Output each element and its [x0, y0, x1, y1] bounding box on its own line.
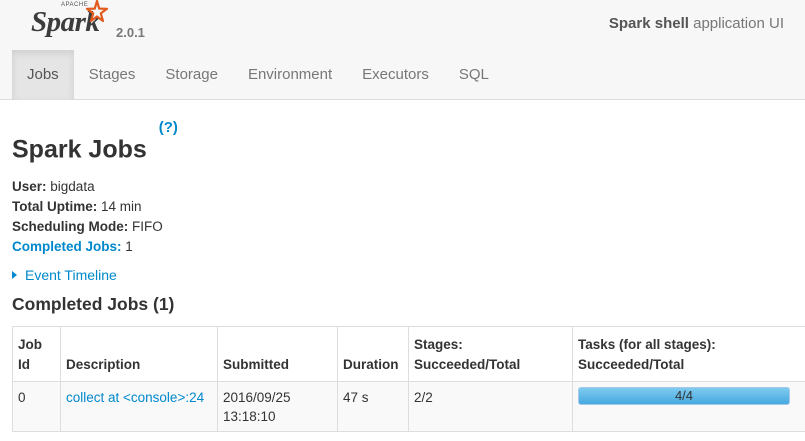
col-duration[interactable]: Duration: [337, 326, 409, 382]
col-description[interactable]: Description: [60, 326, 218, 382]
job-summary: User: bigdata Total Uptime: 14 min Sched…: [12, 177, 163, 257]
nav-tabs: Jobs Stages Storage Environment Executor…: [12, 50, 504, 100]
page-title: Spark Jobs (?): [12, 119, 178, 164]
tab-jobs[interactable]: Jobs: [12, 50, 74, 100]
page-title-text: Spark Jobs: [12, 135, 147, 164]
tab-storage[interactable]: Storage: [150, 50, 233, 100]
tasks-progress-text: 4/4: [674, 388, 694, 403]
tab-executors[interactable]: Executors: [347, 50, 444, 100]
uptime-label: Total Uptime:: [12, 199, 98, 214]
summary-mode: Scheduling Mode: FIFO: [12, 217, 163, 237]
completed-jobs-value: 1: [125, 239, 133, 254]
app-title: Spark shell application UI: [609, 15, 784, 32]
event-timeline-toggle[interactable]: Event Timeline: [12, 267, 117, 283]
cell-duration: 47 s: [337, 381, 409, 432]
col-job-id[interactable]: Job Id: [12, 326, 61, 382]
mode-label: Scheduling Mode:: [12, 219, 129, 234]
table-row: 0 collect at <console>:24 2016/09/25 13:…: [12, 381, 805, 432]
event-timeline-label: Event Timeline: [25, 267, 117, 283]
cell-job-id: 0: [12, 381, 61, 432]
version-label: 2.0.1: [116, 25, 145, 40]
app-name: Spark shell: [608, 15, 689, 32]
summary-completed: Completed Jobs: 1: [12, 237, 163, 257]
job-description-link[interactable]: collect at <console>:24: [66, 390, 204, 405]
help-link[interactable]: (?): [159, 119, 178, 136]
spark-logo[interactable]: APACHE Spark: [31, 0, 111, 44]
spark-star-icon: [85, 0, 109, 23]
col-tasks[interactable]: Tasks (for all stages): Succeeded/Total: [572, 326, 805, 382]
tab-environment[interactable]: Environment: [233, 50, 347, 100]
user-value: bigdata: [50, 179, 95, 194]
summary-user: User: bigdata: [12, 177, 163, 197]
cell-submitted: 2016/09/25 13:18:10: [217, 381, 338, 432]
mode-value: FIFO: [132, 219, 163, 234]
col-submitted[interactable]: Submitted: [217, 326, 338, 382]
user-label: User:: [12, 179, 47, 194]
uptime-value: 14 min: [101, 199, 142, 214]
cell-stages: 2/2: [408, 381, 573, 432]
cell-tasks: 4/4: [572, 381, 805, 432]
table-header-row: Job Id Description Submitted Duration St…: [12, 326, 805, 382]
tab-sql[interactable]: SQL: [444, 50, 504, 100]
app-suffix: application UI: [693, 15, 784, 32]
summary-uptime: Total Uptime: 14 min: [12, 197, 163, 217]
cell-description: collect at <console>:24: [60, 381, 218, 432]
completed-jobs-table: Job Id Description Submitted Duration St…: [12, 326, 805, 432]
col-stages[interactable]: Stages: Succeeded/Total: [408, 326, 573, 382]
tab-stages[interactable]: Stages: [74, 50, 151, 100]
navbar: APACHE Spark 2.0.1 Spark shell applicati…: [0, 0, 805, 100]
tasks-progress-bar: 4/4: [578, 387, 790, 405]
expand-arrow-icon: [12, 271, 17, 280]
completed-jobs-title: Completed Jobs (1): [12, 294, 175, 314]
completed-jobs-link[interactable]: Completed Jobs:: [12, 239, 122, 254]
